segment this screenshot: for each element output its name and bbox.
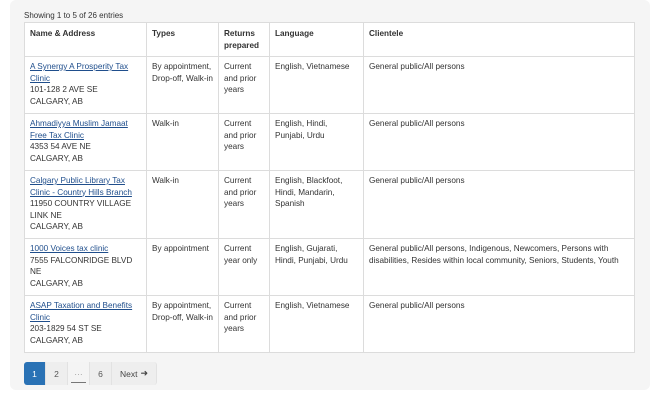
clientele-cell: General public/All persons	[363, 113, 635, 171]
pagination: 1 2 ··· 6 Next ➜	[24, 362, 158, 385]
clinic-name-link[interactable]: A Synergy A Prosperity Tax Clinic	[30, 62, 128, 83]
name-address-cell: ASAP Taxation and Benefits Clinic 203-18…	[24, 295, 147, 353]
next-page-button[interactable]: Next ➜	[112, 362, 158, 385]
page-1-button[interactable]: 1	[24, 362, 46, 385]
address-city: CALGARY, AB	[30, 278, 83, 288]
column-header-types[interactable]: Types	[146, 22, 219, 57]
types-cell: By appointment	[146, 238, 219, 296]
name-address-cell: Ahmadiyya Muslim Jamaat Free Tax Clinic …	[24, 113, 147, 171]
table-row: A Synergy A Prosperity Tax Clinic 101-12…	[24, 56, 635, 114]
column-header-language[interactable]: Language	[269, 22, 364, 57]
language-cell: English, Gujarati, Hindi, Punjabi, Urdu	[269, 238, 364, 296]
table-row: 1000 Voices tax clinic 7555 FALCONRIDGE …	[24, 238, 635, 296]
page-6-button[interactable]: 6	[90, 362, 112, 385]
clinic-name-link[interactable]: 1000 Voices tax clinic	[30, 244, 108, 253]
table-header-row: Name & Address Types Returns prepared La…	[24, 22, 635, 57]
address-street: 101-128 2 AVE SE	[30, 85, 98, 94]
clientele-cell: General public/All persons	[363, 295, 635, 353]
name-address-cell: A Synergy A Prosperity Tax Clinic 101-12…	[24, 56, 147, 114]
clientele-cell: General public/All persons	[363, 170, 635, 239]
column-header-name-address[interactable]: Name & Address	[24, 22, 147, 57]
returns-cell: Current and prior years	[218, 170, 270, 239]
address-street: 203-1829 54 ST SE	[30, 324, 102, 333]
column-header-returns-prepared[interactable]: Returns prepared	[218, 22, 270, 57]
language-cell: English, Vietnamese	[269, 56, 364, 114]
address-street: 7555 FALCONRIDGE BLVD NE	[30, 255, 133, 277]
types-cell: Walk-in	[146, 170, 219, 239]
arrow-right-icon: ➜	[140, 368, 149, 378]
types-cell: Walk-in	[146, 113, 219, 171]
clinic-name-link[interactable]: Ahmadiyya Muslim Jamaat Free Tax Clinic	[30, 119, 128, 140]
returns-cell: Current and prior years	[218, 295, 270, 353]
page-2-button[interactable]: 2	[46, 362, 68, 385]
clinics-table: Name & Address Types Returns prepared La…	[24, 22, 635, 353]
clientele-cell: General public/All persons	[363, 56, 635, 114]
next-label: Next	[120, 368, 138, 379]
name-address-cell: Calgary Public Library Tax Clinic - Coun…	[24, 170, 147, 239]
table-row: Calgary Public Library Tax Clinic - Coun…	[24, 170, 635, 239]
name-address-cell: 1000 Voices tax clinic 7555 FALCONRIDGE …	[24, 238, 147, 296]
clinic-name-link[interactable]: ASAP Taxation and Benefits Clinic	[30, 301, 132, 322]
table-row: ASAP Taxation and Benefits Clinic 203-18…	[24, 295, 635, 353]
clinic-name-link[interactable]: Calgary Public Library Tax Clinic - Coun…	[30, 176, 132, 197]
language-cell: English, Blackfoot, Hindi, Mandarin, Spa…	[269, 170, 364, 239]
column-header-clientele[interactable]: Clientele	[363, 22, 635, 57]
language-cell: English, Vietnamese	[269, 295, 364, 353]
address-city: CALGARY, AB	[30, 96, 83, 106]
returns-cell: Current and prior years	[218, 113, 270, 171]
types-cell: By appointment, Drop-off, Walk-in	[146, 56, 219, 114]
entries-count-text: Showing 1 to 5 of 26 entries	[24, 11, 124, 20]
types-cell: By appointment, Drop-off, Walk-in	[146, 295, 219, 353]
clientele-cell: General public/All persons, Indigenous, …	[363, 238, 635, 296]
table-row: Ahmadiyya Muslim Jamaat Free Tax Clinic …	[24, 113, 635, 171]
address-street: 11950 COUNTRY VILLAGE LINK NE	[30, 199, 132, 220]
returns-cell: Current year only	[218, 238, 270, 296]
address-city: CALGARY, AB	[30, 153, 83, 163]
language-cell: English, Hindi, Punjabi, Urdu	[269, 113, 364, 171]
address-street: 4353 54 AVE NE	[30, 142, 91, 151]
returns-cell: Current and prior years	[218, 56, 270, 114]
address-city: CALGARY, AB	[30, 222, 83, 231]
pagination-ellipsis: ···	[68, 362, 90, 385]
address-city: CALGARY, AB	[30, 335, 83, 345]
